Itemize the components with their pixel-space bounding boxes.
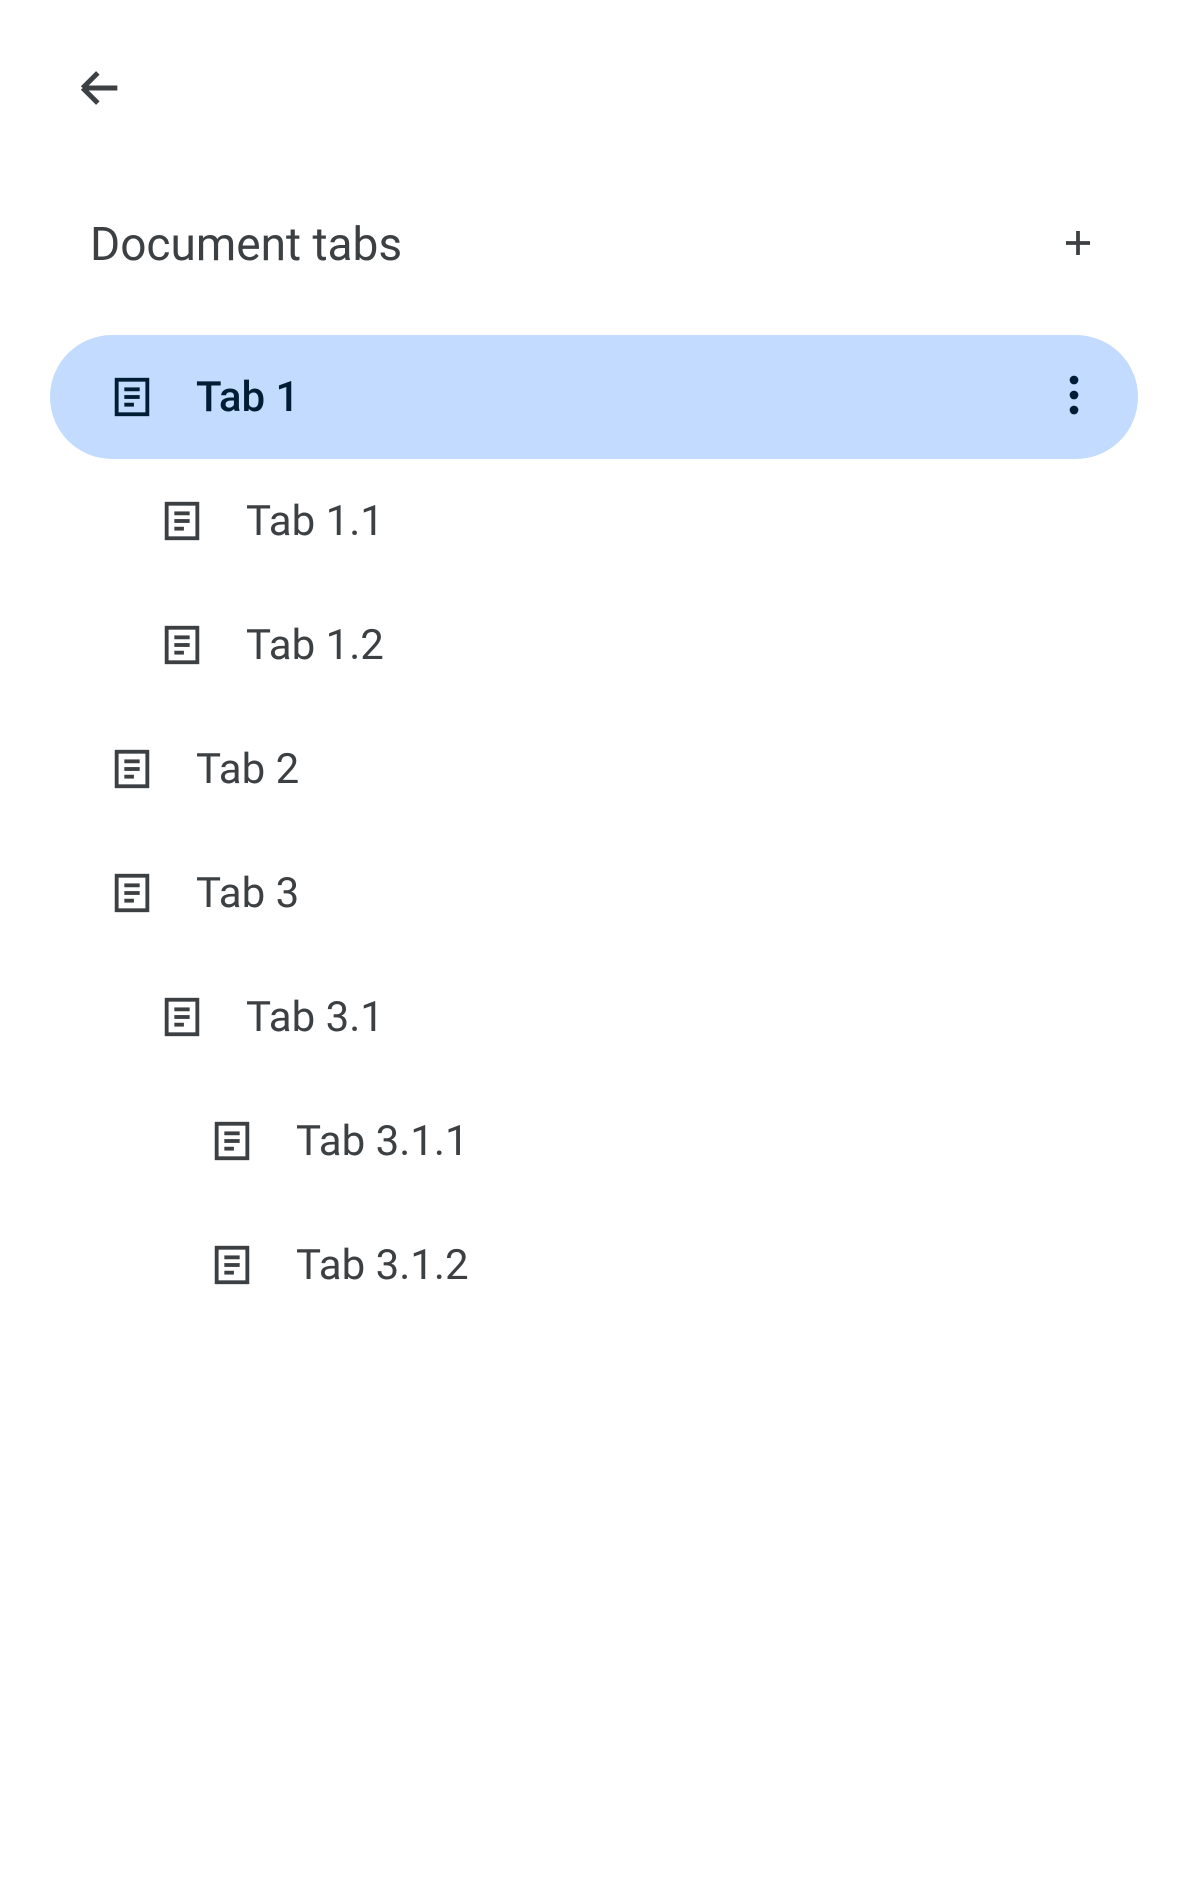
back-button[interactable] — [70, 60, 130, 120]
tab-item[interactable]: Tab 3.1 — [50, 955, 1138, 1079]
more-options-button[interactable] — [1050, 373, 1098, 421]
document-icon — [208, 1117, 256, 1165]
tab-item[interactable]: Tab 3 — [50, 831, 1138, 955]
document-icon — [108, 869, 156, 917]
document-icon — [108, 745, 156, 793]
tab-item[interactable]: Tab 1 — [50, 335, 1138, 459]
tab-item[interactable]: Tab 2 — [50, 707, 1138, 831]
document-icon — [108, 373, 156, 421]
tab-label: Tab 1.1 — [246, 497, 384, 546]
tab-label: Tab 1 — [196, 373, 299, 422]
arrow-left-icon — [74, 62, 126, 118]
panel-header: Document tabs — [50, 215, 1138, 275]
add-tab-button[interactable] — [1048, 215, 1108, 275]
tab-label: Tab 1.2 — [246, 621, 384, 670]
tab-label: Tab 3 — [196, 869, 299, 918]
tab-item[interactable]: Tab 3.1.1 — [50, 1079, 1138, 1203]
document-icon — [158, 497, 206, 545]
more-vertical-icon — [1069, 375, 1079, 419]
tab-item[interactable]: Tab 3.1.2 — [50, 1203, 1138, 1327]
plus-icon — [1060, 225, 1096, 265]
tab-item[interactable]: Tab 1.2 — [50, 583, 1138, 707]
document-icon — [158, 621, 206, 669]
tab-label: Tab 3.1.2 — [296, 1241, 469, 1290]
panel-title: Document tabs — [90, 218, 402, 272]
tab-label: Tab 3.1.1 — [296, 1117, 469, 1166]
document-icon — [208, 1241, 256, 1289]
tab-label: Tab 3.1 — [246, 993, 384, 1042]
tab-label: Tab 2 — [196, 745, 299, 794]
tabs-list: Tab 1 Tab 1.1 — [50, 335, 1138, 1327]
document-icon — [158, 993, 206, 1041]
tab-item[interactable]: Tab 1.1 — [50, 459, 1138, 583]
